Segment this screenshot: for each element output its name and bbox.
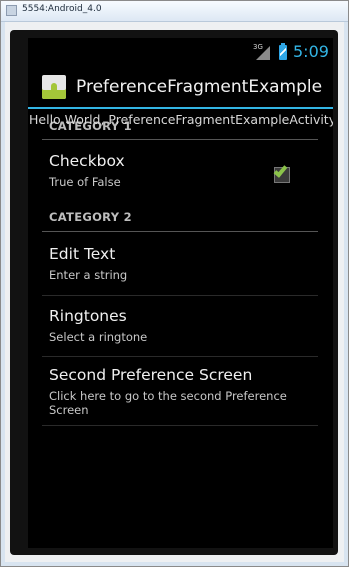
action-bar: PreferenceFragmentExample xyxy=(28,69,333,106)
action-bar-divider xyxy=(28,107,333,109)
pref-item-second-screen[interactable]: Second Preference Screen Click here to g… xyxy=(42,366,318,426)
pref-title: Second Preference Screen xyxy=(49,366,253,384)
action-bar-title: PreferenceFragmentExample xyxy=(76,77,323,97)
category-divider xyxy=(42,139,318,140)
status-clock: 5:09 xyxy=(293,42,329,61)
pref-summary: Select a ringtone xyxy=(49,330,148,344)
category-header-2: CATEGORY 2 xyxy=(49,210,132,224)
pref-title: Edit Text xyxy=(49,245,116,263)
category-divider xyxy=(42,231,318,232)
signal-strength-icon xyxy=(256,46,270,60)
pref-item-edit-text[interactable]: Edit Text Enter a string xyxy=(42,245,318,293)
list-divider xyxy=(42,425,318,426)
pref-title: Checkbox xyxy=(49,152,125,170)
pref-summary: Click here to go to the second Preferenc… xyxy=(49,389,287,417)
window-title: 5554:Android_4.0 xyxy=(22,4,102,14)
list-divider xyxy=(42,356,318,357)
pref-title: Ringtones xyxy=(49,307,127,325)
list-divider xyxy=(42,295,318,296)
pref-summary: True of False xyxy=(49,175,121,189)
app-icon[interactable] xyxy=(42,75,66,99)
battery-charging-icon xyxy=(279,43,287,60)
window-titlebar[interactable]: 5554:Android_4.0 xyxy=(1,1,348,22)
hello-text: Hello World, PreferenceFragmentExampleAc… xyxy=(29,112,333,127)
status-bar: 3G 5:09 xyxy=(28,38,333,66)
emulator-app-icon xyxy=(6,5,17,16)
pref-item-ringtones[interactable]: Ringtones Select a ringtone xyxy=(42,307,318,355)
android-screen: 3G 5:09 PreferenceFragmentExample Hello … xyxy=(28,38,333,548)
checkbox[interactable] xyxy=(273,163,290,183)
pref-summary: Enter a string xyxy=(49,268,128,282)
